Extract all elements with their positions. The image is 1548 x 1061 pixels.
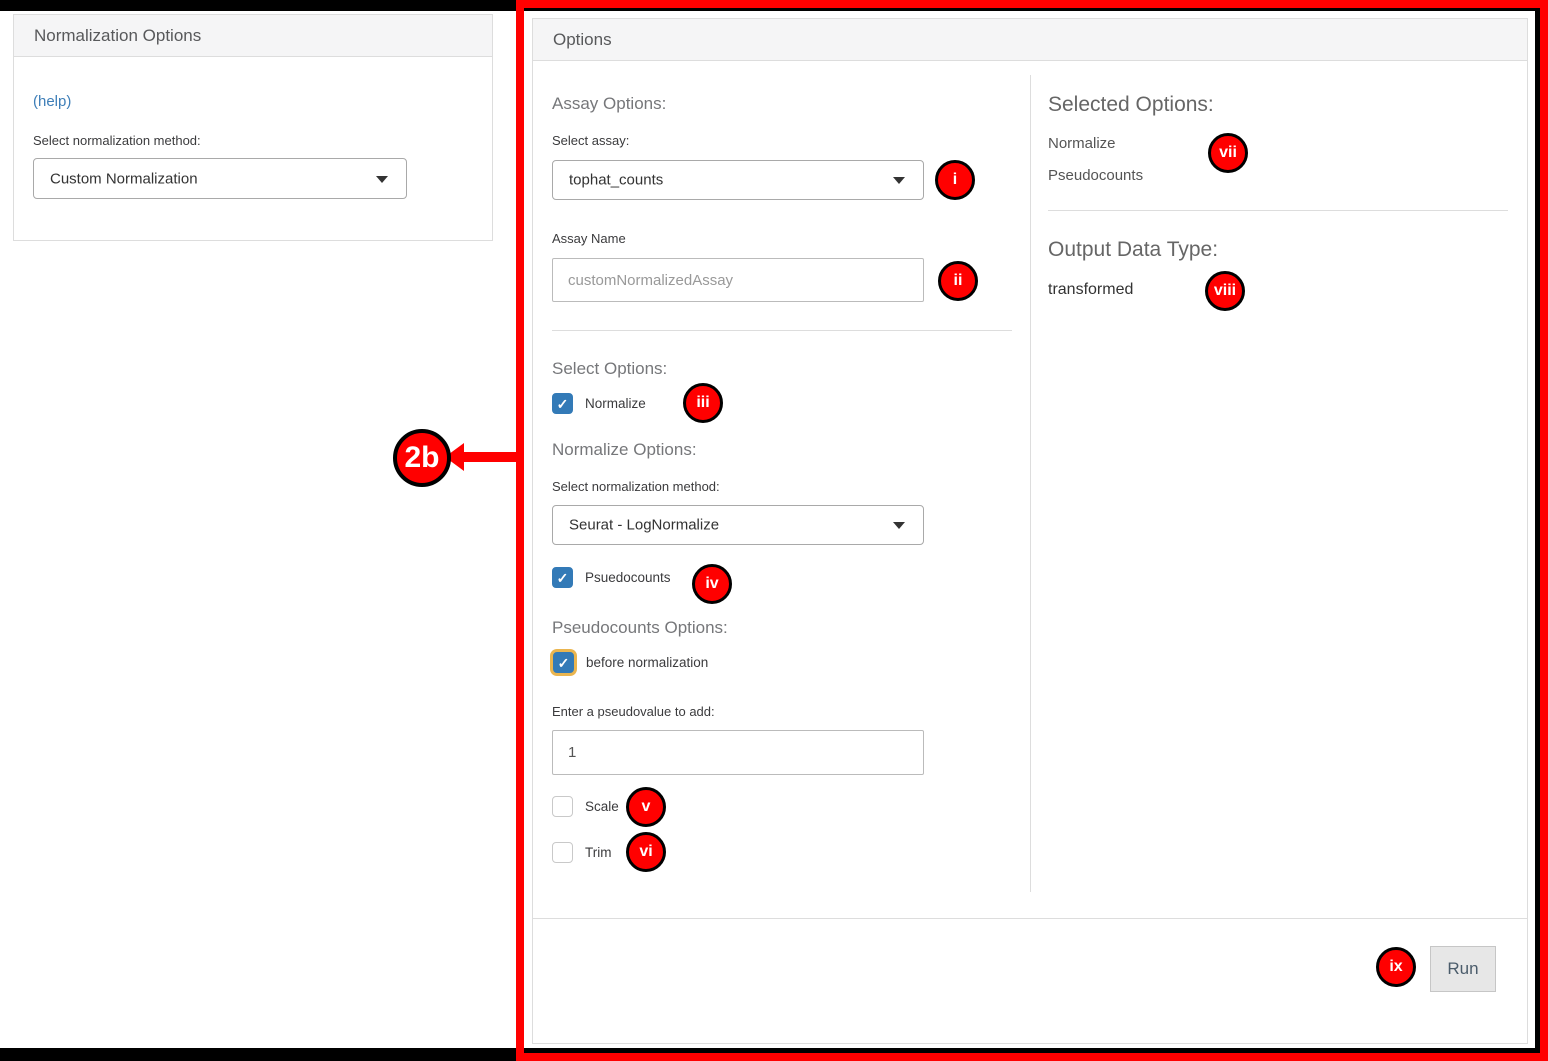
annotation-badge-ix: ix xyxy=(1376,947,1416,987)
annotation-badge-v: v xyxy=(626,787,666,827)
pseudocounts-options-heading: Pseudocounts Options: xyxy=(552,618,728,638)
selected-option-normalize: Normalize xyxy=(1048,135,1116,152)
pseudocounts-checkbox[interactable]: ✓ xyxy=(552,567,573,588)
annotation-badge-vi: vi xyxy=(626,832,666,872)
normalization-options-title: Normalization Options xyxy=(14,15,492,57)
pseudovalue-label: Enter a pseudovalue to add: xyxy=(552,704,715,719)
column-divider xyxy=(1030,75,1031,892)
frame-bottom xyxy=(0,1048,1548,1061)
normalize-method-label: Select normalization method: xyxy=(552,479,720,494)
normalize-options-heading: Normalize Options: xyxy=(552,440,697,460)
scale-checkbox[interactable] xyxy=(552,796,573,817)
normalize-checkbox-label: Normalize xyxy=(585,396,646,411)
chevron-down-icon xyxy=(893,522,905,529)
normalize-method-select[interactable]: Seurat - LogNormalize xyxy=(552,505,924,545)
before-normalization-label: before normalization xyxy=(586,655,708,670)
assay-name-label: Assay Name xyxy=(552,231,626,246)
normalize-method-value: Seurat - LogNormalize xyxy=(569,517,719,534)
assay-select[interactable]: tophat_counts xyxy=(552,160,924,200)
chevron-down-icon xyxy=(376,176,388,183)
annotation-badge-iii: iii xyxy=(683,383,723,423)
annotation-badge-iv: iv xyxy=(692,564,732,604)
normalization-method-label: Select normalization method: xyxy=(33,133,201,148)
footer-divider xyxy=(533,918,1527,919)
chevron-down-icon xyxy=(893,177,905,184)
normalization-options-card: Normalization Options xyxy=(13,14,493,241)
scale-checkbox-label: Scale xyxy=(585,799,619,814)
screen: Normalization Options (help) Select norm… xyxy=(0,0,1548,1061)
annotation-badge-i: i xyxy=(935,160,975,200)
assay-select-value: tophat_counts xyxy=(569,172,663,189)
assay-section-divider xyxy=(552,330,1012,331)
selected-options-heading: Selected Options: xyxy=(1048,93,1214,117)
summary-divider xyxy=(1048,210,1508,211)
trim-checkbox[interactable] xyxy=(552,842,573,863)
normalization-method-select[interactable]: Custom Normalization xyxy=(33,158,407,199)
output-data-type-value: transformed xyxy=(1048,281,1133,299)
pseudocounts-checkbox-label: Psuedocounts xyxy=(585,570,671,585)
annotation-badge-viii: viii xyxy=(1205,271,1245,311)
output-data-type-heading: Output Data Type: xyxy=(1048,238,1218,262)
help-link[interactable]: (help) xyxy=(33,93,71,110)
annotation-step-2b: 2b xyxy=(393,429,451,487)
select-options-heading: Select Options: xyxy=(552,359,667,379)
assay-options-heading: Assay Options: xyxy=(552,94,666,114)
frame-right xyxy=(1535,0,1548,1061)
options-title: Options xyxy=(533,19,1527,61)
trim-checkbox-label: Trim xyxy=(585,845,612,860)
select-assay-label: Select assay: xyxy=(552,133,629,148)
run-button[interactable]: Run xyxy=(1430,946,1496,992)
frame-top xyxy=(0,0,1548,11)
annotation-arrow xyxy=(461,452,522,462)
pseudovalue-input[interactable] xyxy=(552,730,924,775)
normalization-method-value: Custom Normalization xyxy=(50,170,198,187)
assay-name-input[interactable] xyxy=(552,258,924,302)
normalize-checkbox[interactable]: ✓ xyxy=(552,393,573,414)
annotation-badge-vii: vii xyxy=(1208,133,1248,173)
before-normalization-checkbox[interactable]: ✓ xyxy=(553,652,574,673)
annotation-badge-ii: ii xyxy=(938,261,978,301)
selected-option-pseudocounts: Pseudocounts xyxy=(1048,167,1143,184)
